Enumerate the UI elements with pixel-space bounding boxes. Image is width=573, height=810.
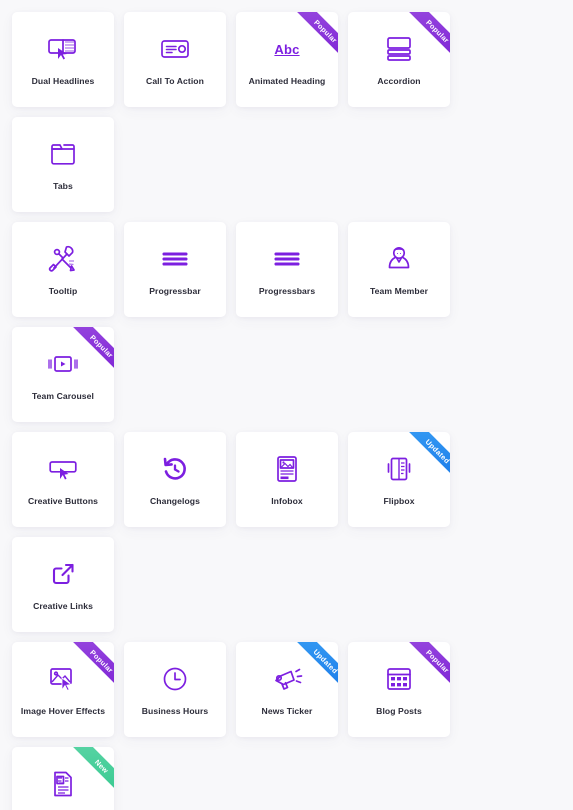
accordion-icon xyxy=(384,31,414,67)
widget-card-label: Team Carousel xyxy=(31,391,94,402)
changelogs-history-icon xyxy=(161,451,189,487)
widget-card-business-hours[interactable]: Business Hours xyxy=(124,642,226,737)
widget-card-label: Accordion xyxy=(377,76,421,87)
widget-card-infobox[interactable]: Infobox xyxy=(236,432,338,527)
widget-card-label: News Ticker xyxy=(261,706,313,717)
widget-card-label: Infobox xyxy=(271,496,303,507)
creative-links-external-icon xyxy=(49,556,77,592)
widget-card-dual-headlines[interactable]: Dual Headlines xyxy=(12,12,114,107)
business-hours-clock-icon xyxy=(161,661,189,697)
widget-card-label: Call To Action xyxy=(146,76,204,87)
widgets-row: Dual Headlines Call To Action Abc Animated … xyxy=(12,12,561,212)
widget-card-table-of-content[interactable]: Table Of ContentNew xyxy=(12,747,114,810)
widget-card-progressbar[interactable]: Progressbar xyxy=(124,222,226,317)
widget-card-animated-heading[interactable]: Abc Animated Heading Popular xyxy=(236,12,338,107)
news-ticker-megaphone-icon xyxy=(271,661,303,697)
dual-headlines-icon xyxy=(46,31,80,67)
widget-card-label: Animated Heading xyxy=(248,76,326,87)
widget-card-team-member[interactable]: Team Member xyxy=(348,222,450,317)
widgets-row: Tooltip Progressbar Progressbars Team Membe… xyxy=(12,222,561,422)
widget-card-changelogs[interactable]: Changelogs xyxy=(124,432,226,527)
widget-card-blog-posts[interactable]: Blog Posts Popular xyxy=(348,642,450,737)
widget-card-call-to-action[interactable]: Call To Action xyxy=(124,12,226,107)
widget-card-label: Progressbar xyxy=(149,286,201,297)
team-carousel-icon xyxy=(46,346,80,382)
widget-card-accordion[interactable]: Accordion Popular xyxy=(348,12,450,107)
infobox-icon xyxy=(274,451,300,487)
widget-card-label: Business Hours xyxy=(141,706,209,717)
widget-card-label: Creative Links xyxy=(33,601,93,612)
widgets-showcase-section: Dual Headlines Call To Action Abc Animated … xyxy=(0,0,573,810)
widgets-row: Image Hover Effects Popular Business Hours… xyxy=(12,642,561,810)
widgets-row: Creative Buttons Changelogs Infobox Flipbox… xyxy=(12,432,561,632)
widget-card-label: Tabs xyxy=(53,181,73,192)
widget-card-flipbox[interactable]: Flipbox Updated xyxy=(348,432,450,527)
widget-card-label: Tooltip xyxy=(48,286,78,297)
widgets-grid: Dual Headlines Call To Action Abc Animated … xyxy=(12,12,561,810)
widget-card-label: Flipbox xyxy=(383,496,415,507)
widget-card-creative-buttons[interactable]: Creative Buttons xyxy=(12,432,114,527)
widget-card-team-carousel[interactable]: Team Carousel Popular xyxy=(12,327,114,422)
animated-heading-icon: Abc xyxy=(274,41,300,57)
blog-posts-grid-icon xyxy=(384,661,414,697)
widget-card-label: Changelogs xyxy=(150,496,200,507)
widget-card-label: Blog Posts xyxy=(376,706,422,717)
widget-card-label: Image Hover Effects xyxy=(20,706,106,717)
table-of-content-icon xyxy=(50,766,76,802)
widget-card-tabs[interactable]: Tabs xyxy=(12,117,114,212)
widget-card-label: Creative Buttons xyxy=(27,496,99,507)
tooltip-tools-icon xyxy=(47,241,79,277)
call-to-action-icon xyxy=(159,31,191,67)
widget-card-label: Dual Headlines xyxy=(31,76,95,87)
widget-card-label: Progressbars xyxy=(258,286,316,297)
flipbox-icon xyxy=(384,451,414,487)
creative-buttons-icon xyxy=(47,451,79,487)
widget-card-news-ticker[interactable]: News Ticker Updated xyxy=(236,642,338,737)
widget-card-tooltip[interactable]: Tooltip xyxy=(12,222,114,317)
image-hover-effects-icon xyxy=(47,661,79,697)
progressbar-icon xyxy=(161,241,189,277)
widget-card-label: Team Member xyxy=(369,286,429,297)
widget-card-creative-links[interactable]: Creative Links xyxy=(12,537,114,632)
tabs-icon xyxy=(48,136,78,172)
widget-card-progressbars[interactable]: Progressbars xyxy=(236,222,338,317)
team-member-icon xyxy=(384,241,414,277)
widget-card-image-hover-effects[interactable]: Image Hover Effects Popular xyxy=(12,642,114,737)
progressbars-icon xyxy=(273,241,301,277)
